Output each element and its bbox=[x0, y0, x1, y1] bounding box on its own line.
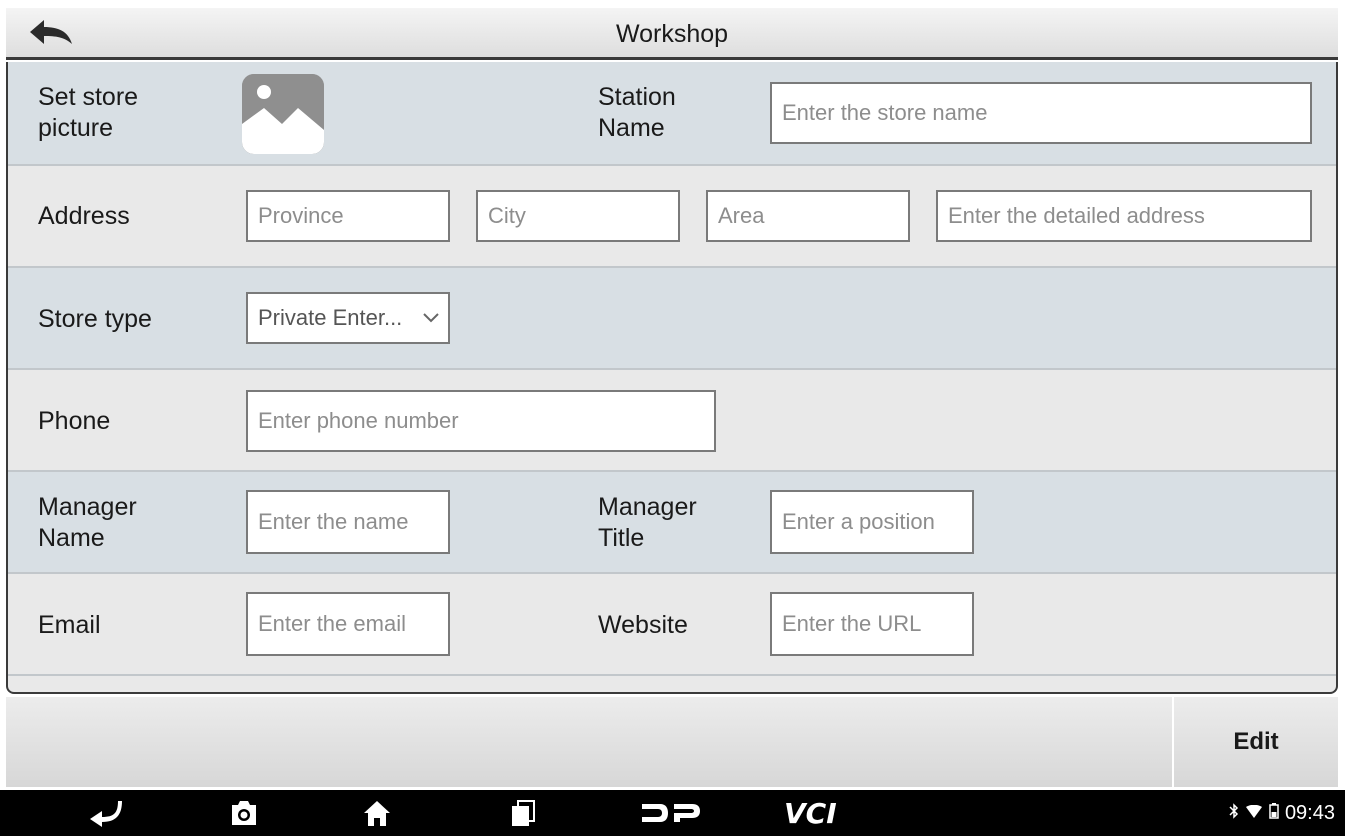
status-area: 09:43 bbox=[1229, 802, 1335, 825]
battery-icon bbox=[1269, 802, 1279, 825]
store-type-select[interactable]: Private Enter... bbox=[246, 292, 450, 344]
manager-name-input[interactable] bbox=[246, 490, 450, 554]
dp-logo-icon[interactable] bbox=[640, 798, 702, 828]
address-label: Address bbox=[38, 202, 130, 230]
manager-name-label: Manager Name bbox=[38, 493, 137, 552]
recent-apps-icon[interactable] bbox=[510, 798, 536, 828]
chevron-down-icon bbox=[422, 294, 440, 342]
row-manager: Manager Name Manager Title bbox=[8, 472, 1336, 574]
home-icon[interactable] bbox=[362, 798, 392, 828]
province-input[interactable] bbox=[246, 190, 450, 242]
area-input[interactable] bbox=[706, 190, 910, 242]
email-label: Email bbox=[38, 611, 101, 639]
clock-time: 09:43 bbox=[1284, 802, 1335, 824]
store-picture-label: Set store picture bbox=[38, 83, 139, 142]
row-address: Address bbox=[8, 166, 1336, 268]
wifi-icon bbox=[1245, 802, 1263, 825]
phone-input[interactable] bbox=[246, 390, 716, 452]
row-phone: Phone bbox=[8, 370, 1336, 472]
bluetooth-icon bbox=[1229, 802, 1239, 825]
email-input[interactable] bbox=[246, 592, 450, 656]
manager-title-input[interactable] bbox=[770, 490, 974, 554]
city-input[interactable] bbox=[476, 190, 680, 242]
row-email: Email Website bbox=[8, 574, 1336, 676]
row-store-type: Store type Private Enter... bbox=[8, 268, 1336, 370]
website-label: Website bbox=[598, 611, 688, 639]
station-name-input[interactable] bbox=[770, 82, 1312, 144]
detailed-address-input[interactable] bbox=[936, 190, 1312, 242]
workshop-form: Set store picture Station Name Address S… bbox=[6, 62, 1338, 694]
page-title: Workshop bbox=[615, 20, 729, 48]
phone-label: Phone bbox=[38, 407, 111, 435]
system-nav-bar: VCI 09:43 bbox=[0, 790, 1345, 836]
edit-button[interactable]: Edit bbox=[1172, 697, 1338, 787]
store-type-value: Private Enter... bbox=[258, 305, 403, 330]
action-bar: Edit bbox=[6, 697, 1338, 787]
vci-button[interactable]: VCI bbox=[784, 797, 837, 830]
website-input[interactable] bbox=[770, 592, 974, 656]
title-bar: Workshop bbox=[6, 8, 1338, 60]
station-name-label: Station Name bbox=[598, 83, 676, 142]
image-placeholder-icon bbox=[242, 74, 324, 154]
store-picture-button[interactable] bbox=[242, 74, 324, 154]
row-store-picture: Set store picture Station Name bbox=[8, 62, 1336, 166]
camera-icon[interactable] bbox=[228, 798, 260, 828]
store-type-label: Store type bbox=[38, 305, 152, 333]
return-icon[interactable] bbox=[88, 798, 124, 828]
manager-title-label: Manager Title bbox=[598, 493, 697, 552]
